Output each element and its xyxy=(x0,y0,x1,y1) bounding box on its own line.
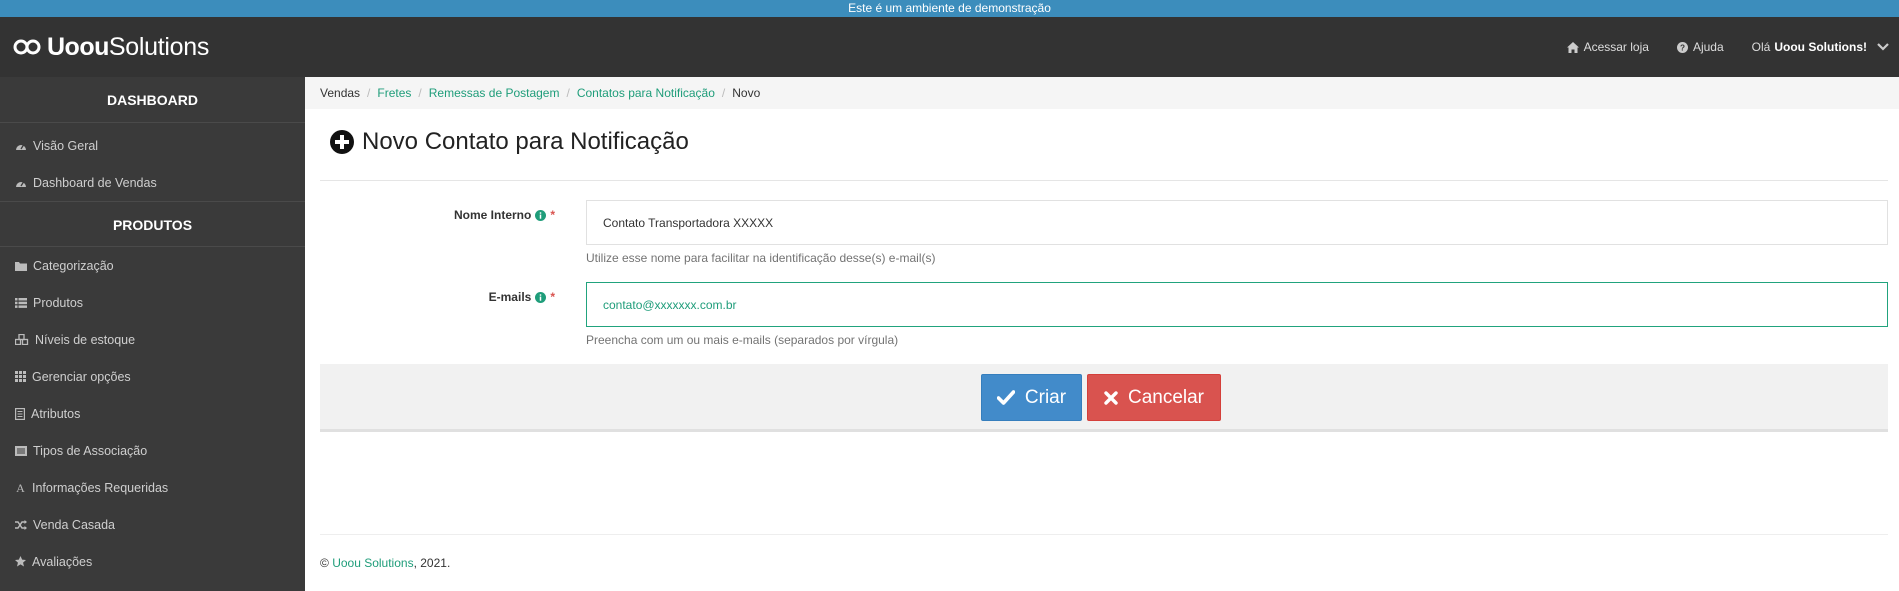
sidebar-item-atributos[interactable]: Atributos xyxy=(0,395,305,432)
breadcrumb-item-vendas: Vendas xyxy=(320,86,361,100)
emails-label-text: E-mails xyxy=(488,290,532,304)
store-link-label: Acessar loja xyxy=(1583,40,1649,54)
dashboard-icon xyxy=(16,181,26,187)
footer-company-link[interactable]: Uoou Solutions xyxy=(332,556,413,570)
name-label: Nome Interno * xyxy=(454,208,555,222)
breadcrumb-current: Novo xyxy=(732,86,761,100)
sidebar-section-produtos: PRODUTOS xyxy=(0,201,305,247)
sidebar-item-label: Informações Requeridas xyxy=(32,480,169,495)
name-input[interactable] xyxy=(586,200,1888,245)
sidebar-item-avaliacoes[interactable]: Avaliações xyxy=(0,543,305,580)
svg-text:A: A xyxy=(16,482,25,493)
home-icon xyxy=(1566,41,1579,53)
sidebar-item-niveis-estoque[interactable]: Níveis de estoque xyxy=(0,321,305,358)
question-icon: ? xyxy=(1676,41,1688,53)
document-icon xyxy=(15,407,25,420)
breadcrumb-separator: / xyxy=(721,86,726,100)
emails-label: E-mails * xyxy=(489,290,555,304)
sidebar-item-venda-casada[interactable]: Venda Casada xyxy=(0,506,305,543)
sidebar-item-label: Venda Casada xyxy=(33,517,116,532)
copyright-symbol: © xyxy=(320,556,329,570)
dashboard-icon xyxy=(16,144,26,150)
demo-banner: Este é um ambiente de demonstração xyxy=(0,0,1899,17)
emails-help: Preencha com um ou mais e-mails (separad… xyxy=(586,333,899,347)
check-icon xyxy=(996,390,1015,405)
name-help: Utilize esse nome para facilitar na iden… xyxy=(586,251,936,265)
logo-text-bold: Uoou xyxy=(47,32,109,61)
sidebar-item-label: Dashboard de Vendas xyxy=(33,175,157,190)
breadcrumb-separator: / xyxy=(367,86,371,100)
breadcrumb-item-remessas[interactable]: Remessas de Postagem xyxy=(429,86,560,100)
chevron-down-icon xyxy=(1877,43,1889,51)
info-icon[interactable] xyxy=(535,209,547,221)
footer: © Uoou Solutions, 2021. xyxy=(320,556,450,570)
breadcrumb: Vendas / Fretes / Remessas de Postagem /… xyxy=(305,77,1899,109)
store-link[interactable]: Acessar loja xyxy=(1566,40,1649,54)
name-label-text: Nome Interno xyxy=(453,208,532,222)
random-icon xyxy=(15,519,27,530)
footer-divider xyxy=(320,534,1888,535)
sidebar-item-label: Visão Geral xyxy=(33,138,99,153)
create-button[interactable]: Criar xyxy=(981,374,1082,421)
sidebar-item-produtos[interactable]: Produtos xyxy=(0,284,305,321)
emails-input[interactable] xyxy=(586,282,1888,327)
help-link-label: Ajuda xyxy=(1692,40,1724,54)
grid-icon xyxy=(15,371,26,382)
breadcrumb-separator: / xyxy=(418,86,422,100)
breadcrumb-item-contatos[interactable]: Contatos para Notificação xyxy=(577,86,715,100)
info-icon[interactable] xyxy=(535,291,547,303)
title-divider xyxy=(320,180,1888,181)
plus-circle-icon xyxy=(330,130,354,154)
sidebar-item-label: Avaliações xyxy=(32,554,93,569)
top-nav: Acessar loja ? Ajuda Olá Uoou Solutions! xyxy=(1566,17,1899,77)
sidebar-item-categorizacao[interactable]: Categorização xyxy=(0,247,305,284)
sidebar-item-label: Gerenciar opções xyxy=(32,369,131,384)
user-menu[interactable]: Olá Uoou Solutions! xyxy=(1752,40,1889,54)
sidebar-item-label: Atributos xyxy=(31,406,81,421)
breadcrumb-separator: / xyxy=(566,86,570,100)
required-marker: * xyxy=(550,208,555,222)
sidebar-item-gerenciar-opcoes[interactable]: Gerenciar opções xyxy=(0,358,305,395)
font-icon: A xyxy=(16,482,25,493)
page-title: Novo Contato para Notificação xyxy=(330,128,689,156)
sidebar-item-informacoes-requeridas[interactable]: A Informações Requeridas xyxy=(0,469,305,506)
sidebar-item-label: Produtos xyxy=(33,295,84,310)
folder-icon xyxy=(15,261,27,271)
list-alt-icon xyxy=(15,445,27,456)
breadcrumb-item-fretes[interactable]: Fretes xyxy=(377,86,411,100)
page-title-text: Novo Contato para Notificação xyxy=(362,128,689,155)
sidebar-item-label: Tipos de Associação xyxy=(33,443,148,458)
sidebar-item-label: Níveis de estoque xyxy=(35,332,136,347)
logo-icon xyxy=(13,39,41,55)
create-button-label: Criar xyxy=(1024,386,1067,408)
list-icon xyxy=(15,297,27,308)
help-link[interactable]: ? Ajuda xyxy=(1676,40,1724,54)
sidebar: DASHBOARD Visão Geral Dashboard de Venda… xyxy=(0,77,305,591)
sidebar-item-tipos-associacao[interactable]: Tipos de Associação xyxy=(0,432,305,469)
star-icon xyxy=(15,556,26,567)
topbar: Uoou Solutions Acessar loja ? Ajuda Olá U… xyxy=(0,17,1899,77)
sidebar-item-label: Categorização xyxy=(33,258,114,273)
cancel-button[interactable]: Cancelar xyxy=(1087,374,1221,421)
sidebar-section-dashboard: DASHBOARD xyxy=(0,77,305,123)
form-actions: Criar Cancelar xyxy=(320,364,1888,432)
sidebar-item-visao-geral[interactable]: Visão Geral xyxy=(0,127,305,164)
sidebar-item-dashboard-vendas[interactable]: Dashboard de Vendas xyxy=(0,164,305,201)
greeting: Olá xyxy=(1751,40,1771,54)
logo-text-light: Solutions xyxy=(108,32,210,61)
footer-year: , 2021. xyxy=(413,556,451,570)
user-name: Uoou Solutions! xyxy=(1774,40,1867,54)
svg-text:?: ? xyxy=(1680,43,1685,52)
cubes-icon xyxy=(15,334,29,345)
logo[interactable]: Uoou Solutions xyxy=(12,32,209,62)
required-marker: * xyxy=(550,290,555,304)
cancel-button-label: Cancelar xyxy=(1127,386,1205,408)
close-icon xyxy=(1104,390,1118,405)
